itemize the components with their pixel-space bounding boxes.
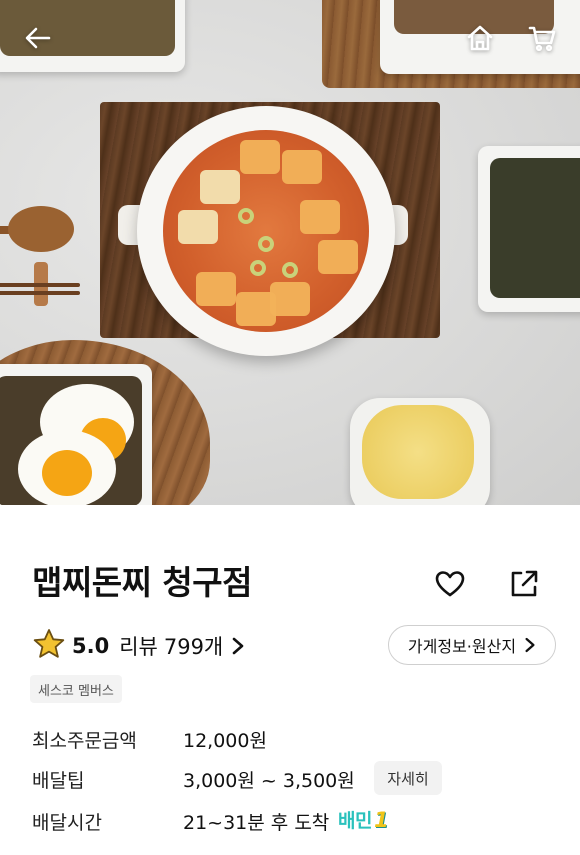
tofu — [196, 272, 236, 306]
baemin-one-badge: 배민 1 — [338, 806, 389, 833]
tofu — [282, 150, 322, 184]
arrow-left-icon — [25, 27, 51, 49]
green-onion — [238, 208, 254, 224]
steamed-egg — [362, 405, 474, 499]
store-hero-image — [0, 0, 580, 505]
baemin-badge-text: 배민 — [338, 810, 372, 832]
green-onion — [282, 262, 298, 278]
green-onion — [258, 236, 274, 252]
delivery-time-value: 21~31분 후 도착 — [183, 812, 330, 834]
chopstick — [0, 291, 80, 295]
delivery-tip-label: 배달팁 — [32, 770, 85, 792]
store-info-origin-button[interactable]: 가게정보·원산지 — [388, 625, 556, 665]
star-icon — [32, 627, 66, 665]
min-order-label: 최소주문금액 — [32, 730, 137, 752]
chevron-right-icon — [524, 637, 536, 653]
seaweed-rice — [490, 158, 580, 298]
cesco-members-tag: 세스코 멤버스 — [30, 675, 122, 703]
min-order-value: 12,000원 — [183, 730, 267, 752]
review-label: 리뷰 — [119, 635, 158, 659]
tofu — [240, 140, 280, 174]
review-count: 799개 — [163, 635, 224, 659]
egg-yolk — [42, 450, 92, 496]
share-button[interactable] — [502, 562, 546, 606]
back-button[interactable] — [18, 18, 58, 58]
heart-outline-icon — [435, 571, 465, 597]
home-button[interactable] — [460, 18, 500, 58]
tofu — [300, 200, 340, 234]
green-onion — [250, 260, 266, 276]
baemin-badge-number: 1 — [373, 807, 389, 832]
rating-review-link[interactable]: 5.0 리뷰 799개 — [32, 626, 245, 666]
tofu — [270, 282, 310, 316]
store-name: 맵찌돈찌 청구점 — [32, 563, 253, 602]
share-icon — [511, 570, 538, 597]
chevron-right-icon — [231, 637, 245, 655]
home-icon — [467, 25, 493, 51]
kimchi — [178, 210, 218, 244]
cart-button[interactable] — [522, 18, 562, 58]
chopstick — [0, 283, 80, 287]
like-button[interactable] — [428, 562, 472, 606]
store-info-origin-label: 가게정보·원산지 — [407, 637, 517, 656]
rating-value: 5.0 — [72, 634, 110, 658]
wooden-spoon — [8, 206, 74, 252]
cart-icon — [528, 26, 556, 52]
delivery-tip-detail-button[interactable]: 자세히 — [374, 761, 442, 795]
delivery-time-label: 배달시간 — [32, 812, 102, 834]
tofu — [318, 240, 358, 274]
kimchi — [200, 170, 240, 204]
delivery-tip-value: 3,000원 ~ 3,500원 — [183, 770, 355, 792]
